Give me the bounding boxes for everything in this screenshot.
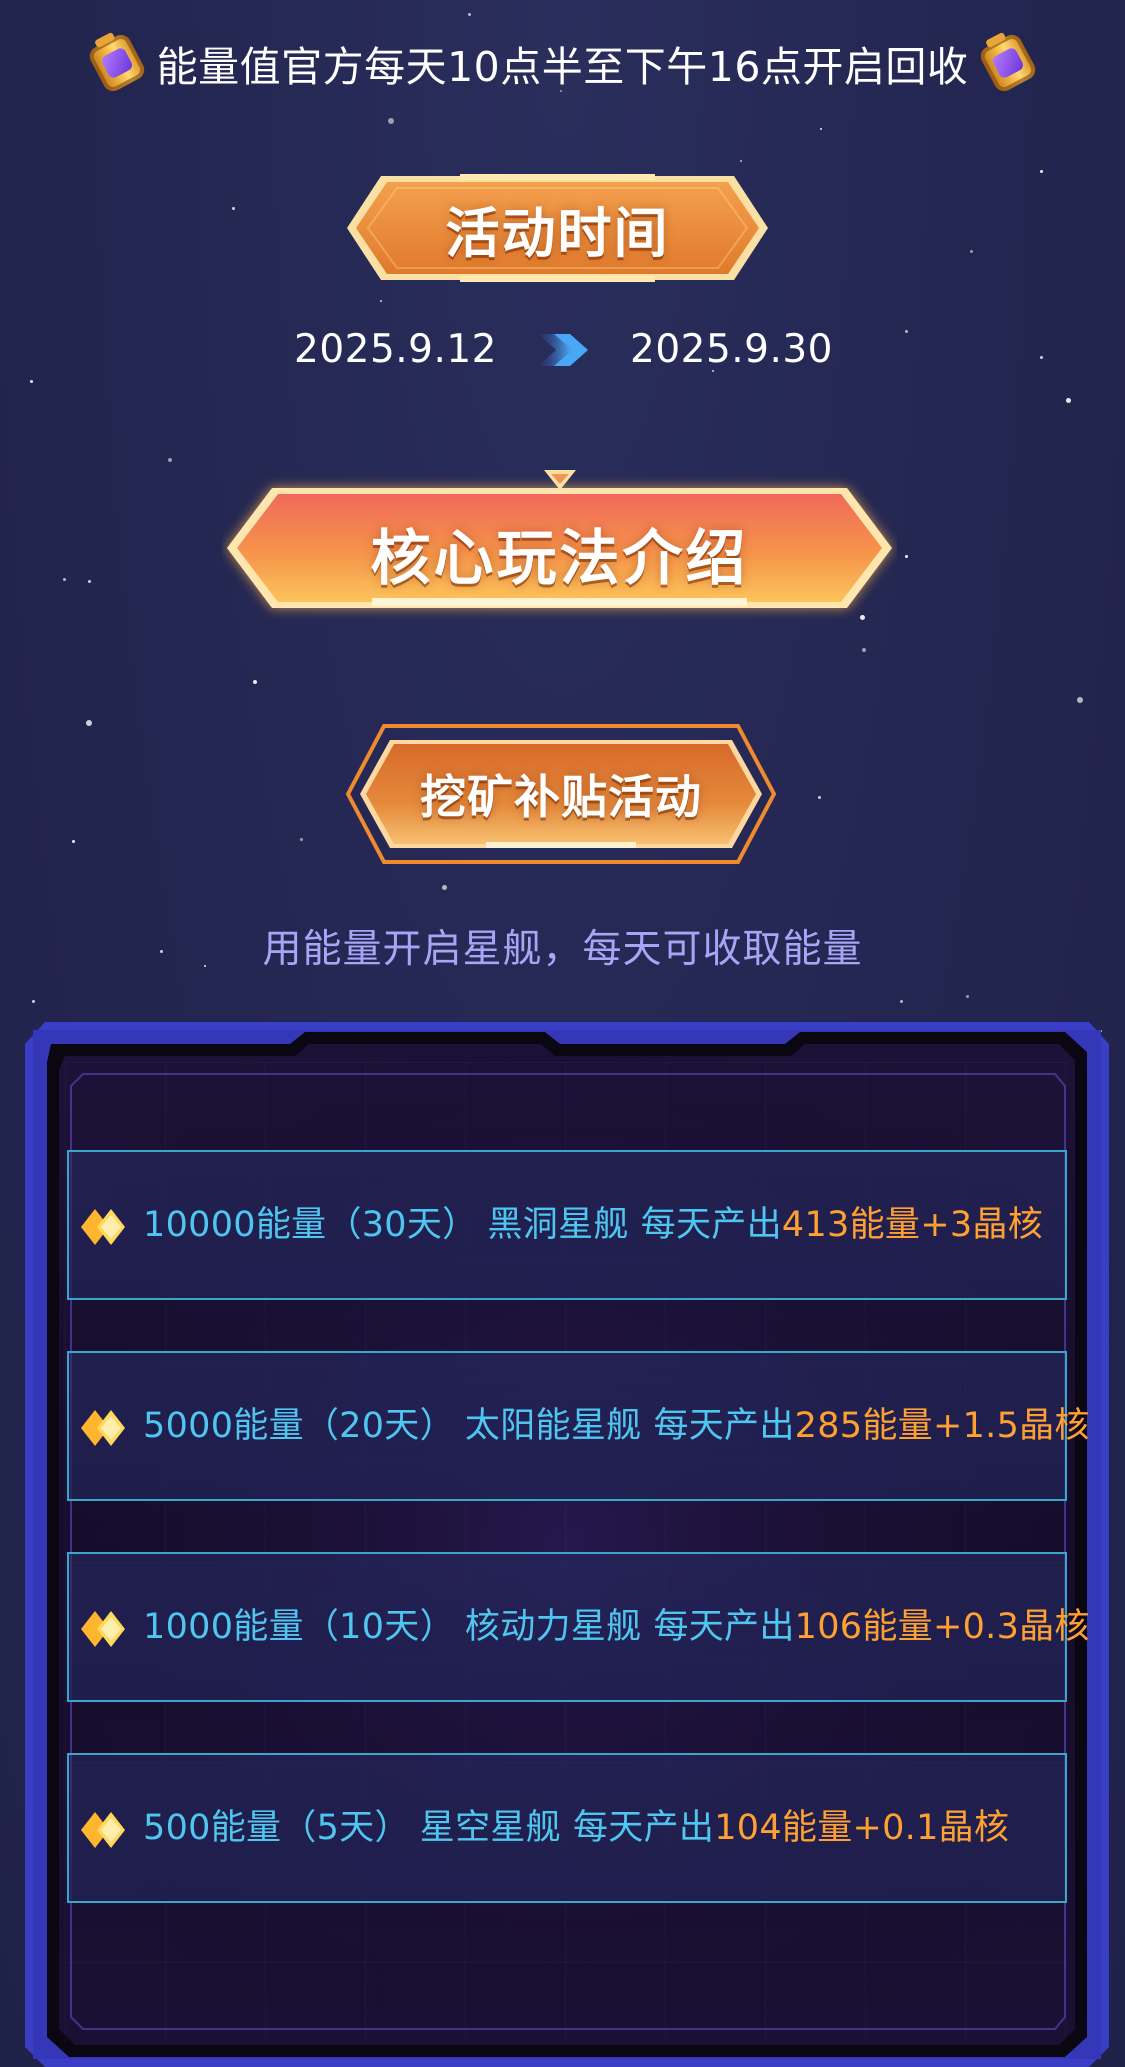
end-date: 2025.9.30	[630, 327, 833, 372]
star	[388, 118, 394, 124]
star	[32, 1000, 35, 1003]
star	[232, 207, 235, 210]
daily-reward: 285能量+1.5晶核	[794, 1406, 1090, 1446]
star	[1077, 697, 1083, 703]
star	[72, 840, 75, 843]
diamond-bullet-icon	[81, 1812, 125, 1848]
star	[468, 13, 471, 16]
star	[168, 458, 172, 462]
daily-reward: 413能量+3晶核	[781, 1205, 1043, 1245]
star	[63, 578, 66, 581]
daily-output-label: 每天产出	[653, 1607, 795, 1647]
daily-output-label: 每天产出	[572, 1808, 715, 1848]
activity-time-title: 活动时间	[445, 201, 670, 265]
core-intro-title: 核心玩法介绍	[370, 523, 749, 594]
ship-cost: 5000能量（20天）	[143, 1406, 455, 1446]
ship-cost: 1000能量（10天）	[143, 1607, 455, 1647]
diamond-bullet-icon	[81, 1611, 125, 1647]
starship-description: 500能量（5天） 星空星舰 每天产出104能量+0.1晶核	[143, 1755, 1009, 1901]
diamond-bullet-icon	[81, 1410, 125, 1446]
mining-subsidy-title: 挖矿补贴活动	[420, 770, 702, 824]
star	[820, 128, 822, 130]
star	[818, 796, 821, 799]
ship-name: 核动力星舰	[464, 1607, 642, 1647]
ship-cost: 10000能量（30天）	[143, 1205, 478, 1245]
star	[740, 160, 742, 162]
star	[86, 720, 92, 726]
core-intro-banner: 核心玩法介绍	[222, 470, 897, 620]
start-date: 2025.9.12	[294, 327, 497, 372]
starship-description: 5000能量（20天） 太阳能星舰 每天产出285能量+1.5晶核	[143, 1353, 1090, 1499]
battery-icon	[85, 31, 148, 95]
star	[900, 1000, 903, 1003]
star	[442, 885, 447, 890]
starship-description: 10000能量（30天） 黑洞星舰 每天产出413能量+3晶核	[143, 1152, 1043, 1298]
starship-row: 1000能量（10天） 核动力星舰 每天产出106能量+0.3晶核	[67, 1552, 1089, 1702]
starship-row: 5000能量（20天） 太阳能星舰 每天产出285能量+1.5晶核	[67, 1351, 1089, 1501]
mining-tagline: 用能量开启星舰，每天可收取能量	[262, 927, 863, 972]
daily-reward: 104能量+0.1晶核	[714, 1808, 1010, 1848]
starship-row: 500能量（5天） 星空星舰 每天产出104能量+0.1晶核	[67, 1753, 1067, 1903]
diamond-bullet-icon	[81, 1209, 125, 1245]
page-background: 能量值官方每天10点半至下午16点开启回收 活动时间 2025.9.12 202…	[0, 0, 1125, 2067]
battery-icon	[977, 31, 1040, 95]
star	[253, 680, 257, 684]
starship-description: 1000能量（10天） 核动力星舰 每天产出106能量+0.3晶核	[143, 1554, 1090, 1700]
star	[1066, 398, 1071, 403]
star	[862, 648, 866, 652]
ship-name: 星空星舰	[419, 1808, 561, 1848]
star	[966, 995, 969, 998]
ship-cost: 500能量（5天）	[143, 1808, 410, 1848]
star	[88, 580, 91, 583]
daily-output-label: 每天产出	[640, 1205, 782, 1245]
starship-row: 10000能量（30天） 黑洞星舰 每天产出413能量+3晶核	[67, 1150, 1067, 1300]
arrow-right-icon	[538, 334, 588, 366]
star	[300, 838, 303, 841]
daily-output-label: 每天产出	[653, 1406, 795, 1446]
star	[1040, 170, 1043, 173]
star	[970, 250, 973, 253]
star	[905, 555, 908, 558]
recycle-notice: 能量值官方每天10点半至下午16点开启回收	[0, 28, 1125, 98]
ship-name: 太阳能星舰	[464, 1406, 642, 1446]
daily-reward: 106能量+0.3晶核	[794, 1607, 1090, 1647]
activity-time-banner: 活动时间	[345, 174, 770, 282]
activity-date-range: 2025.9.12 2025.9.30	[0, 318, 1125, 382]
notice-text: 能量值官方每天10点半至下午16点开启回收	[156, 43, 969, 91]
star	[380, 300, 382, 302]
ship-name: 黑洞星舰	[487, 1205, 629, 1245]
mining-subsidy-banner: 挖矿补贴活动	[346, 722, 776, 866]
